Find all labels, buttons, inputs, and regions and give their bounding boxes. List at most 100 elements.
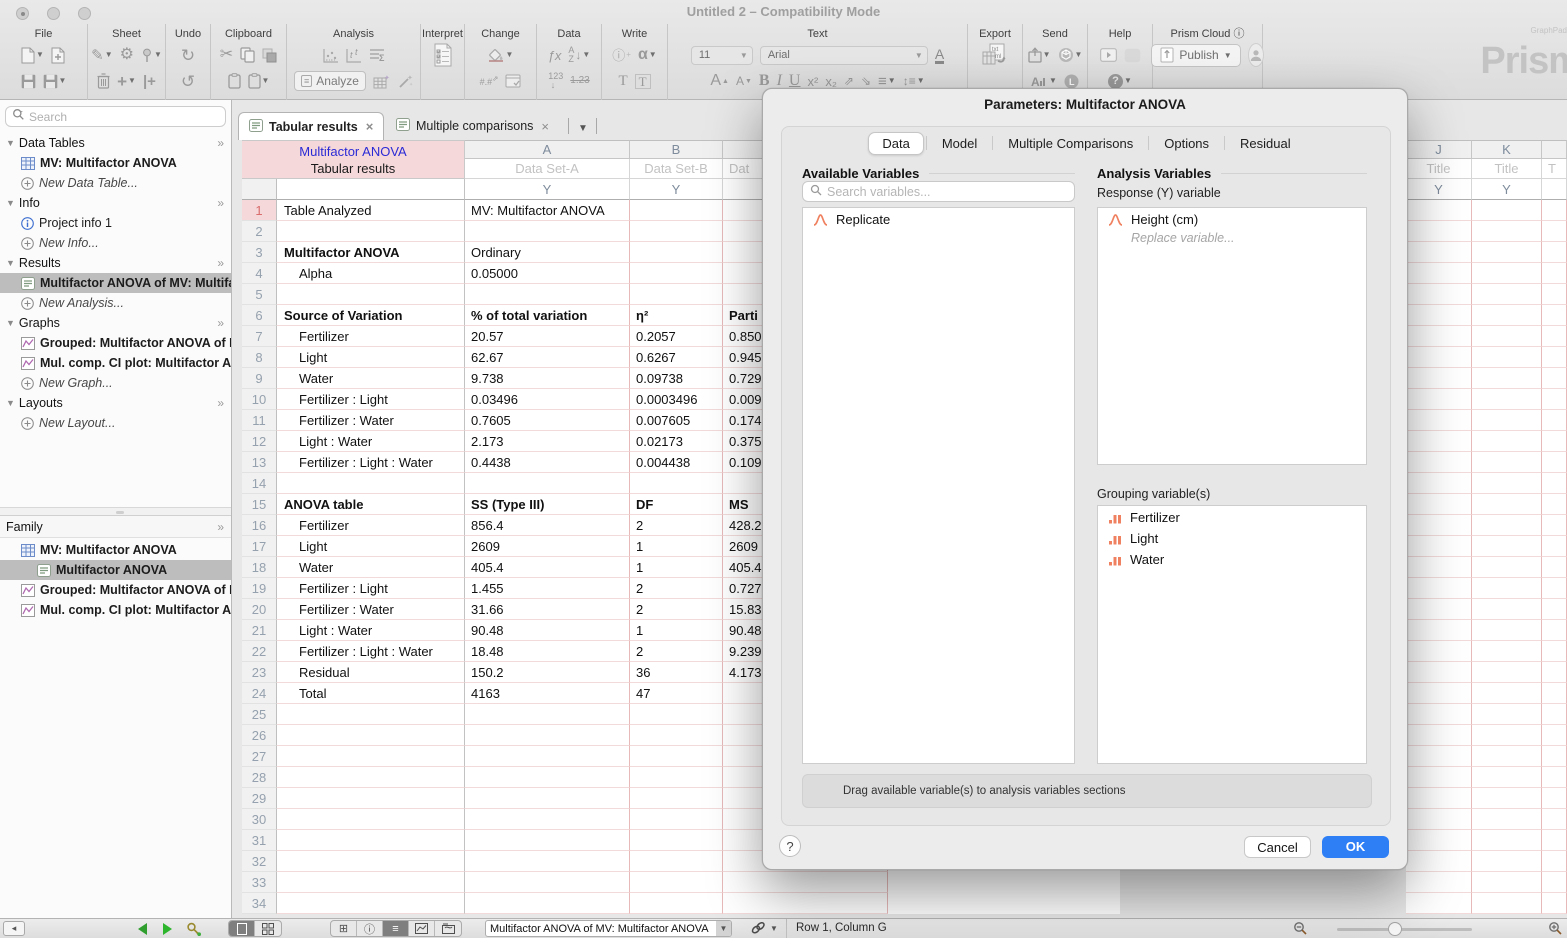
sheet-cell[interactable]	[1542, 662, 1567, 683]
sheet-cell[interactable]: MV: Multifactor ANOVA	[465, 200, 630, 221]
graph-view-button[interactable]	[409, 921, 435, 936]
sheet-cell[interactable]: Light	[277, 347, 465, 368]
sheet-cell[interactable]: 62.67	[465, 347, 630, 368]
sheet-cell[interactable]	[277, 725, 465, 746]
dialog-tab-model[interactable]: Model	[929, 133, 990, 154]
play-box-icon[interactable]	[1100, 48, 1117, 62]
sheet-cell[interactable]	[1542, 725, 1567, 746]
sheet-cell[interactable]	[630, 746, 723, 767]
link-caret-icon[interactable]: ▼	[770, 924, 778, 933]
A-up-icon[interactable]: A▲	[710, 73, 729, 89]
row-number[interactable]: 31	[242, 830, 277, 851]
sheet-cell[interactable]	[630, 284, 723, 305]
sheet-cell[interactable]: Table Analyzed	[277, 200, 465, 221]
cube-icon[interactable]: ▼	[1058, 47, 1083, 63]
sort-icon[interactable]: AZ↓ ▼	[568, 46, 590, 64]
sheet-cell[interactable]	[1406, 641, 1472, 662]
sheet-cell[interactable]	[1542, 305, 1567, 326]
link-icon[interactable]	[750, 921, 768, 938]
single-sheet-view-button[interactable]	[229, 921, 255, 936]
sidebar-item[interactable]: New Layout...	[0, 413, 232, 433]
sheet-cell[interactable]	[465, 725, 630, 746]
sheet-tab-multiple-comparisons[interactable]: Multiple comparisons×	[386, 112, 559, 140]
sheet-cell[interactable]	[1472, 830, 1542, 851]
disclosure-icon[interactable]: ▼	[6, 138, 15, 148]
sum-list-icon[interactable]: Σ	[369, 48, 385, 62]
sidebar-item[interactable]: New Info...	[0, 233, 232, 253]
sheet-cell[interactable]: SS (Type III)	[465, 494, 630, 515]
info-plus-icon[interactable]: ⓘ+	[612, 49, 631, 62]
T-plain-icon[interactable]: T	[618, 74, 627, 89]
column-y-header[interactable]: Y	[1406, 179, 1472, 200]
row-number[interactable]: 2	[242, 221, 277, 242]
row-number[interactable]: 13	[242, 452, 277, 473]
sheet-cell[interactable]: Fertilizer : Light	[277, 578, 465, 599]
sheet-cell[interactable]: Fertilizer	[277, 326, 465, 347]
sheet-cell[interactable]	[1472, 368, 1542, 389]
sheet-cell[interactable]: 0.4438	[465, 452, 630, 473]
sheet-cell[interactable]	[1542, 851, 1567, 872]
sheet-cell[interactable]: Fertilizer : Light : Water	[277, 641, 465, 662]
disclosure-icon[interactable]: ▼	[6, 398, 15, 408]
sheet-cell[interactable]	[1406, 557, 1472, 578]
sheet-cell[interactable]	[1542, 557, 1567, 578]
zoom-slider-knob[interactable]	[1388, 922, 1402, 936]
sheet-cell[interactable]	[1542, 431, 1567, 452]
sidebar-splitter[interactable]	[0, 507, 232, 516]
sheet-cell[interactable]	[277, 872, 465, 893]
row-number[interactable]: 3	[242, 242, 277, 263]
row-number[interactable]: 6	[242, 305, 277, 326]
sheet-cell[interactable]	[630, 704, 723, 725]
sheet-cell[interactable]	[1472, 536, 1542, 557]
info-view-button[interactable]: ⓘ	[357, 921, 383, 936]
sheet-cell[interactable]	[1542, 746, 1567, 767]
wand-icon[interactable]: ✦✦	[398, 74, 413, 89]
sheet-cell[interactable]	[465, 767, 630, 788]
sheet-cell[interactable]: 0.03496	[465, 389, 630, 410]
sheet-cell[interactable]: 18.48	[465, 641, 630, 662]
sheet-cell[interactable]	[630, 200, 723, 221]
row-number[interactable]: 30	[242, 809, 277, 830]
sheet-cell[interactable]	[1406, 494, 1472, 515]
sheet-cell[interactable]	[1406, 704, 1472, 725]
sheet-cell[interactable]	[1406, 284, 1472, 305]
sheet-cell[interactable]	[1406, 515, 1472, 536]
column-letter-header[interactable]: J	[1406, 140, 1472, 159]
sheet-cell[interactable]	[1472, 389, 1542, 410]
sheet-cell[interactable]: 1	[630, 620, 723, 641]
sheet-cell[interactable]: ANOVA table	[277, 494, 465, 515]
export-txtxml-icon[interactable]: txtxml	[982, 43, 1008, 67]
section-more-icon[interactable]: »	[217, 396, 224, 410]
sheet-cell[interactable]	[1472, 809, 1542, 830]
paste-icon[interactable]	[228, 73, 241, 89]
sheet-cell[interactable]: Fertilizer	[277, 515, 465, 536]
variable-item-light[interactable]: Light	[1098, 527, 1366, 548]
duplicate-icon[interactable]	[262, 48, 277, 63]
row-number[interactable]: 19	[242, 578, 277, 599]
sheet-cell[interactable]: 9.738	[465, 368, 630, 389]
column-y-header[interactable]	[1542, 179, 1567, 200]
sheet-cell[interactable]	[1406, 536, 1472, 557]
sheet-cell[interactable]: Fertilizer : Light : Water	[277, 452, 465, 473]
save-as-icon[interactable]: ▼	[43, 74, 67, 89]
row-number[interactable]: 16	[242, 515, 277, 536]
sheet-cell[interactable]: 90.48	[465, 620, 630, 641]
sheet-cell[interactable]	[1406, 725, 1472, 746]
sheet-cell[interactable]	[277, 788, 465, 809]
sheet-cell[interactable]: Total	[277, 683, 465, 704]
disclosure-icon[interactable]: ▼	[6, 198, 15, 208]
sheet-cell[interactable]	[1472, 578, 1542, 599]
pin-icon[interactable]: ▼	[141, 48, 162, 63]
sheet-cell[interactable]	[1542, 704, 1567, 725]
sheet-cell[interactable]	[1406, 431, 1472, 452]
sheet-cell[interactable]: 2609	[465, 536, 630, 557]
sheet-cell[interactable]	[465, 221, 630, 242]
sheet-cell[interactable]	[1472, 263, 1542, 284]
sheet-cell[interactable]	[630, 263, 723, 284]
help-button[interactable]: ?	[779, 835, 801, 857]
sidebar-section-results[interactable]: ▼Results»	[0, 253, 232, 273]
row-number[interactable]: 26	[242, 725, 277, 746]
sheet-cell[interactable]	[277, 809, 465, 830]
sheet-cell[interactable]: 405.4	[465, 557, 630, 578]
row-number[interactable]: 20	[242, 599, 277, 620]
